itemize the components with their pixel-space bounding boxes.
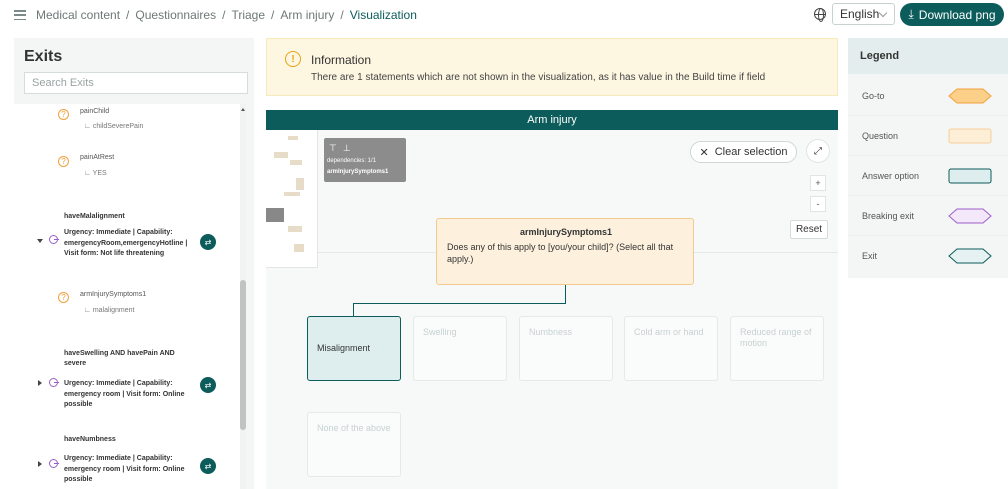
question-name: armInjurySymptoms1 bbox=[80, 291, 147, 298]
question-value: ∟ childSeverePain bbox=[84, 123, 144, 130]
breadcrumb-triage[interactable]: Triage bbox=[231, 8, 265, 22]
fullscreen-icon[interactable]: ⤢ bbox=[806, 139, 830, 163]
legend-title: Legend bbox=[848, 38, 1008, 74]
answer-option-misalignment[interactable]: Misalignment bbox=[307, 316, 401, 381]
answer-option-none[interactable]: None of the above bbox=[307, 412, 401, 477]
visualization-canvas[interactable]: ⊤⊥ dependencies: 1/1 armInjurySymptoms1 … bbox=[266, 130, 838, 489]
goto-shape-icon bbox=[948, 88, 992, 104]
exit-shape-icon bbox=[948, 248, 992, 264]
legend-panel: Legend Go-to Question Answer option Brea… bbox=[848, 38, 1008, 278]
question-icon: ? bbox=[58, 156, 69, 167]
swap-icon[interactable]: ⇄ bbox=[200, 458, 216, 474]
exits-panel: Exits Search Exits ? painChild ∟ childSe… bbox=[14, 38, 254, 489]
goto-icon bbox=[49, 459, 59, 468]
question-icon: ? bbox=[58, 292, 69, 303]
exit-title: haveMalalignment bbox=[64, 213, 125, 220]
legend-item-breaking-exit: Breaking exit bbox=[848, 196, 1008, 236]
goto-icon bbox=[49, 235, 59, 244]
question-value: ∟ YES bbox=[84, 170, 107, 177]
exit-urgency: Urgency: Immediate | Capability: emergen… bbox=[64, 380, 185, 408]
question-name: painChild bbox=[80, 108, 110, 115]
connector-line bbox=[565, 285, 566, 304]
visualization-header: Arm injury bbox=[266, 110, 838, 130]
minimap-viewport[interactable] bbox=[266, 208, 284, 222]
legend-label: Exit bbox=[862, 251, 878, 261]
download-button-label: Download png bbox=[918, 7, 996, 22]
answer-option-cold-arm[interactable]: Cold arm or hand bbox=[624, 316, 718, 381]
clear-selection-label: Clear selection bbox=[714, 146, 788, 158]
legend-item-exit: Exit bbox=[848, 236, 1008, 276]
info-title: Information bbox=[311, 53, 372, 67]
exit-list[interactable]: ? painChild ∟ childSeverePain ? painAtRe… bbox=[14, 104, 246, 489]
breadcrumb-visualization: Visualization bbox=[349, 8, 417, 22]
zoom-in-button[interactable]: + bbox=[810, 175, 826, 191]
scrollbar[interactable] bbox=[240, 104, 246, 489]
warning-icon: ! bbox=[285, 51, 301, 67]
connector-line bbox=[353, 303, 566, 304]
legend-label: Question bbox=[862, 131, 899, 141]
download-icon: ⤓ bbox=[908, 7, 914, 21]
legend-item-goto: Go-to bbox=[848, 76, 1008, 116]
swap-icon[interactable]: ⇄ bbox=[200, 234, 216, 250]
exit-title: haveNumbness bbox=[64, 436, 116, 443]
info-text: There are 1 statements which are not sho… bbox=[311, 72, 766, 83]
list-icon bbox=[14, 10, 26, 20]
language-select[interactable]: English bbox=[832, 3, 895, 25]
zoom-out-button[interactable]: - bbox=[810, 196, 826, 212]
legend-item-question: Question bbox=[848, 116, 1008, 156]
question-name: painAtRest bbox=[80, 154, 115, 161]
breaking-exit-shape-icon bbox=[948, 208, 992, 224]
answer-option-swelling[interactable]: Swelling bbox=[413, 316, 507, 381]
question-icon: ? bbox=[58, 109, 69, 120]
breadcrumb-arm-injury[interactable]: Arm injury bbox=[280, 8, 334, 22]
globe-icon bbox=[814, 8, 826, 22]
expand-icon[interactable] bbox=[38, 380, 42, 386]
close-icon: ✕ bbox=[699, 146, 709, 159]
tooltip-node-name: armInjurySymptoms1 bbox=[327, 169, 389, 175]
node-tooltip: ⊤⊥ dependencies: 1/1 armInjurySymptoms1 bbox=[324, 138, 406, 182]
tooltip-dependencies: dependencies: 1/1 bbox=[327, 158, 377, 164]
question-node-text: Does any of this apply to [you/your chil… bbox=[447, 242, 674, 264]
legend-label: Breaking exit bbox=[862, 211, 915, 221]
legend-label: Go-to bbox=[862, 91, 885, 101]
question-node-title: armInjurySymptoms1 bbox=[519, 227, 613, 237]
question-node[interactable]: armInjurySymptoms1 Does any of this appl… bbox=[436, 218, 694, 285]
exit-urgency: Urgency: Immediate | Capability: emergen… bbox=[64, 229, 188, 257]
question-value: ∟ malalignment bbox=[84, 307, 135, 314]
expand-icon[interactable] bbox=[38, 461, 42, 467]
goto-icon bbox=[49, 378, 59, 387]
info-banner: ! Information There are 1 statements whi… bbox=[266, 38, 838, 96]
chevron-down-icon bbox=[878, 8, 888, 18]
download-png-button[interactable]: ⤓ Download png bbox=[900, 3, 1004, 26]
exit-urgency: Urgency: Immediate | Capability: emergen… bbox=[64, 455, 185, 483]
question-shape-icon bbox=[948, 128, 992, 144]
collapse-icon[interactable] bbox=[37, 239, 43, 243]
answer-option-reduced-range[interactable]: Reduced range of motion bbox=[730, 316, 824, 381]
exit-title: haveSwelling AND havePain AND severe bbox=[64, 350, 175, 367]
exits-title: Exits bbox=[24, 48, 63, 65]
minimap[interactable] bbox=[266, 130, 318, 268]
legend-item-answer-option: Answer option bbox=[848, 156, 1008, 196]
align-icons: ⊤⊥ bbox=[329, 143, 357, 153]
search-exits-input[interactable]: Search Exits bbox=[24, 72, 248, 94]
language-value: English bbox=[840, 7, 880, 21]
scrollbar-thumb[interactable] bbox=[240, 280, 246, 430]
breadcrumb-questionnaires[interactable]: Questionnaires bbox=[135, 8, 216, 22]
answer-option-numbness[interactable]: Numbness bbox=[519, 316, 613, 381]
legend-label: Answer option bbox=[862, 171, 920, 181]
clear-selection-button[interactable]: ✕ Clear selection bbox=[690, 141, 797, 163]
swap-icon[interactable]: ⇄ bbox=[200, 377, 216, 393]
answer-option-shape-icon bbox=[948, 168, 992, 184]
connector-line bbox=[353, 303, 354, 316]
reset-button[interactable]: Reset bbox=[790, 220, 828, 239]
scroll-up-icon[interactable] bbox=[241, 108, 245, 111]
breadcrumb-medical-content[interactable]: Medical content bbox=[36, 8, 120, 22]
